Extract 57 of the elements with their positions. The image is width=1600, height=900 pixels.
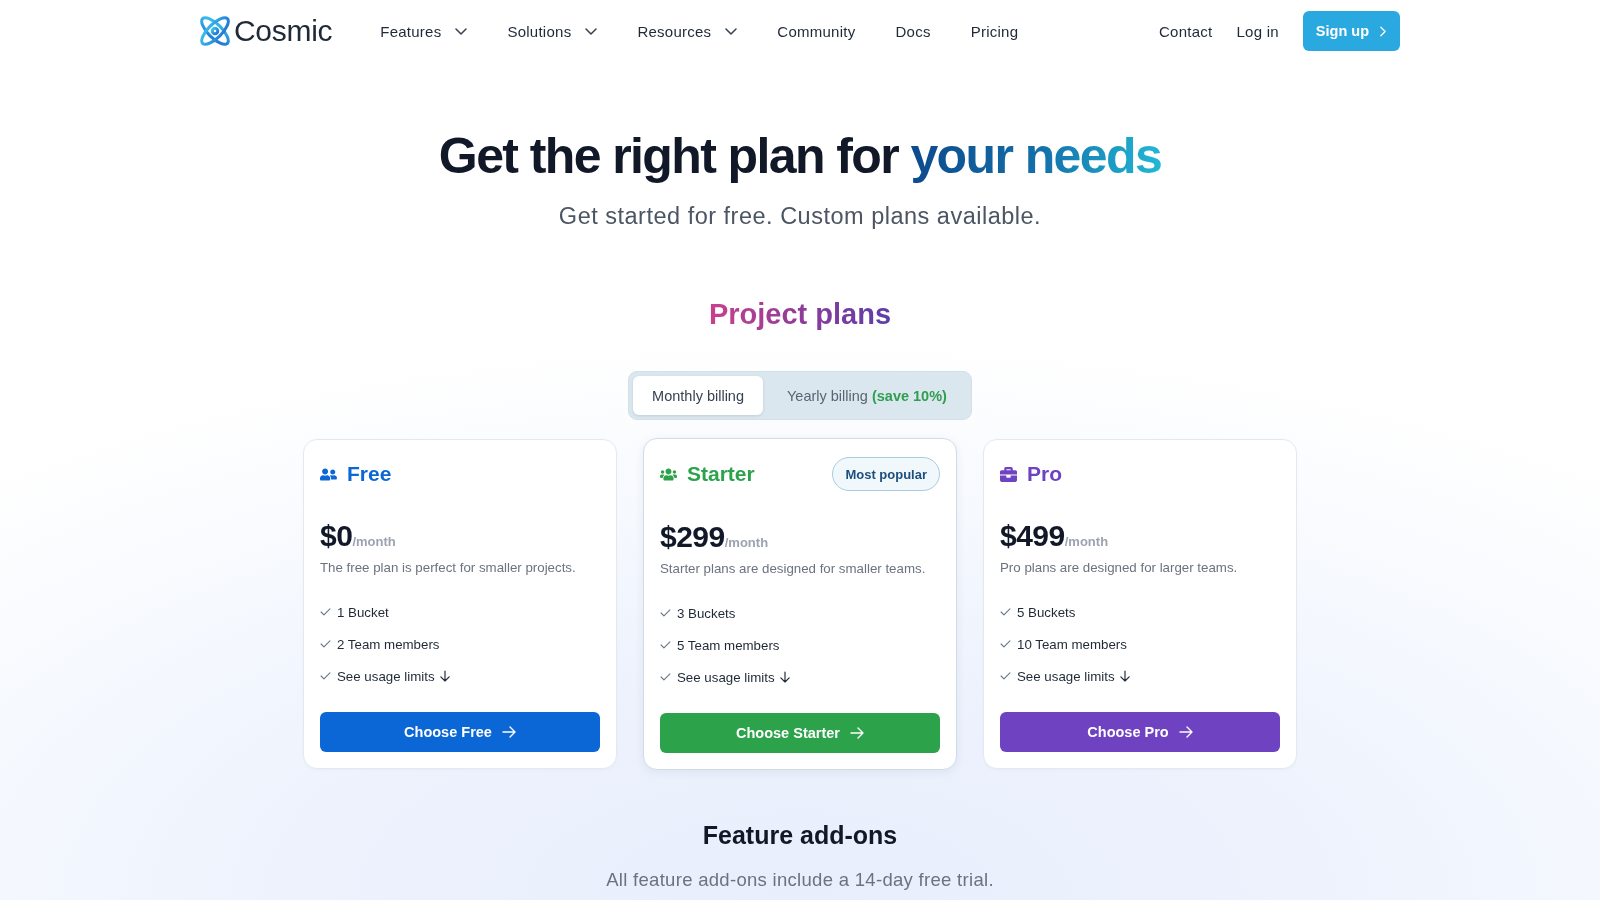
billing-tab[interactable]: Yearly billing (save 10%)	[767, 376, 967, 415]
check-icon	[660, 641, 671, 649]
arrow-right-icon	[1178, 726, 1193, 738]
price-period: /month	[724, 535, 769, 550]
home-logo-link[interactable]: Cosmic	[200, 14, 333, 48]
section-subheading: All feature add-ons include a 14-day free trial.	[606, 868, 994, 892]
check-icon	[320, 608, 331, 616]
plan-description: The free plan is perfect for smaller projects.	[320, 559, 577, 577]
plan-price: $299	[660, 519, 725, 555]
feature-text: 3 Buckets	[677, 605, 736, 621]
briefcase-icon	[1000, 465, 1017, 483]
plan-price: $0	[320, 518, 353, 554]
nav-link[interactable]: Solutions	[507, 22, 598, 40]
section-heading: Feature add-ons	[702, 820, 898, 851]
plan-badge: Most popular	[832, 457, 940, 491]
choose-plan-button[interactable]: Choose Pro	[1000, 712, 1280, 752]
chevron-right-icon	[1380, 25, 1386, 37]
feature-text: 2 Team members	[337, 636, 440, 652]
arrow-down-icon	[1119, 670, 1130, 682]
check-icon	[660, 673, 671, 681]
nav-link[interactable]: Community	[777, 22, 856, 40]
plan-description: Starter plans are designed for smaller teams.	[660, 560, 927, 578]
usage-limits-link[interactable]: See usage limits	[677, 669, 790, 685]
plan-name: Pro	[1027, 462, 1062, 486]
check-icon	[660, 609, 671, 617]
arrow-down-icon	[779, 671, 790, 683]
page-subheading: Get started for free. Custom plans available.	[558, 202, 1042, 231]
feature-text: 5 Buckets	[1017, 604, 1076, 620]
check-icon	[1000, 608, 1011, 616]
plan-description: Pro plans are designed for larger teams.	[1000, 559, 1239, 577]
check-icon	[320, 640, 331, 648]
arrow-right-icon	[849, 727, 864, 739]
arrow-right-icon	[501, 726, 516, 738]
price-period: /month	[352, 534, 396, 549]
check-icon	[1000, 640, 1011, 648]
usage-limits-link[interactable]: See usage limits	[1017, 668, 1130, 684]
nav-link[interactable]: Resources	[637, 22, 738, 40]
check-icon	[320, 672, 331, 680]
page-heading: Get the right plan for your needs	[438, 127, 1162, 186]
nav-link[interactable]: Features	[380, 22, 468, 40]
price-period: /month	[1064, 534, 1109, 549]
nav-link[interactable]: Contact	[1159, 22, 1213, 40]
plan-name: Free	[347, 462, 392, 486]
plan-name: Starter	[687, 462, 755, 486]
crossed-loops-logo-icon	[200, 16, 230, 46]
feature-text: 1 Bucket	[337, 604, 389, 620]
billing-tab[interactable]: Monthly billing	[633, 376, 763, 415]
arrow-down-icon	[439, 670, 450, 682]
nav-link[interactable]: Docs	[895, 22, 931, 40]
nav-link[interactable]: Log in	[1236, 22, 1279, 40]
feature-text: 10 Team members	[1017, 636, 1127, 652]
choose-plan-button[interactable]: Choose Free	[320, 712, 600, 752]
usage-limits-link[interactable]: See usage limits	[337, 668, 450, 684]
check-icon	[1000, 672, 1011, 680]
feature-text: 5 Team members	[677, 637, 780, 653]
nav-link[interactable]: Pricing	[970, 22, 1019, 40]
plan-price: $499	[1000, 518, 1065, 554]
